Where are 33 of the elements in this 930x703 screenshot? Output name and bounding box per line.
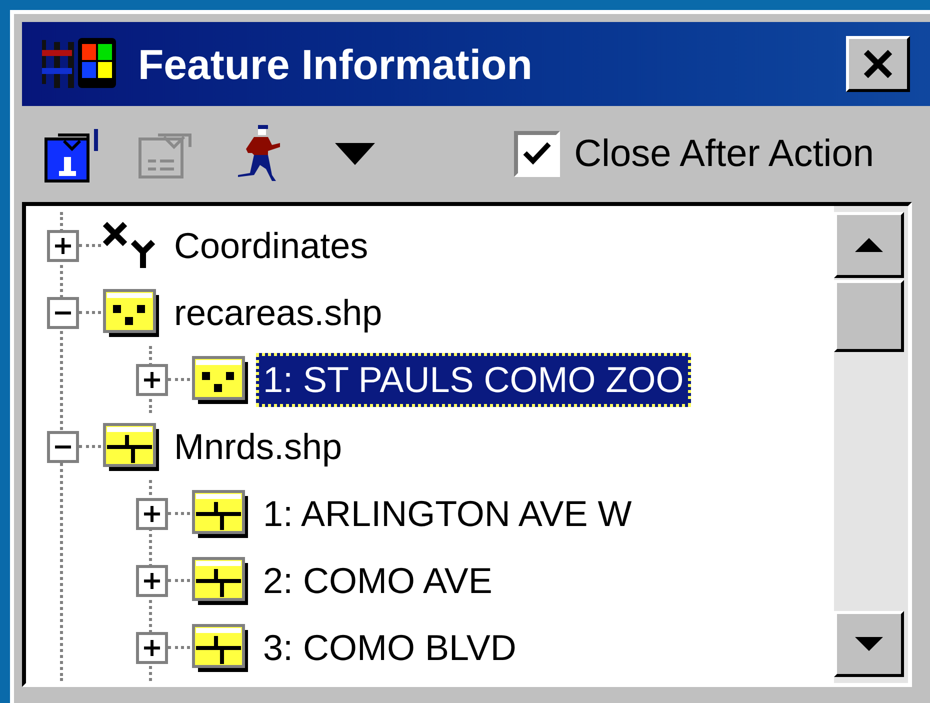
tree-item-label[interactable]: recareas.shp xyxy=(167,286,390,340)
scroll-thumb[interactable] xyxy=(834,280,904,352)
tree-item-label[interactable]: Coordinates xyxy=(167,218,376,272)
line-layer-icon xyxy=(103,422,159,470)
expand-icon[interactable] xyxy=(136,564,168,596)
scroll-up-button[interactable] xyxy=(834,212,904,278)
expand-icon[interactable] xyxy=(136,632,168,664)
line-layer-icon xyxy=(192,624,248,672)
down-arrow-icon xyxy=(854,636,884,652)
scroll-down-button[interactable] xyxy=(834,611,904,677)
window-title: Feature Information xyxy=(138,40,532,90)
checkbox-label[interactable]: Close After Action xyxy=(574,126,874,182)
dropdown-arrow-icon[interactable] xyxy=(333,141,377,167)
close-button[interactable] xyxy=(846,36,910,92)
line-layer-icon xyxy=(192,556,248,604)
checkbox[interactable] xyxy=(514,131,560,177)
tree-item-label[interactable]: 1: ARLINGTON AVE W xyxy=(256,486,639,540)
collapse-icon[interactable] xyxy=(47,296,79,328)
expand-icon[interactable] xyxy=(136,498,168,530)
expand-icon[interactable] xyxy=(47,230,79,262)
tree-item-label[interactable]: 1: ST PAULS COMO ZOO xyxy=(256,352,691,406)
up-arrow-icon xyxy=(854,237,884,253)
scrollbar[interactable] xyxy=(834,206,908,683)
checkmark-icon xyxy=(522,141,552,167)
tree-item-label[interactable]: 3: COMO BLVD xyxy=(256,620,524,674)
tree-item-label[interactable]: Mnrds.shp xyxy=(167,420,350,474)
line-layer-icon xyxy=(192,490,248,538)
point-layer-icon xyxy=(192,356,248,404)
expand-icon[interactable] xyxy=(136,364,168,396)
collapse-icon[interactable] xyxy=(47,430,79,462)
point-layer-icon xyxy=(103,288,159,336)
close-icon xyxy=(863,50,893,78)
tree-item-label[interactable]: 2: COMO AVE xyxy=(256,554,500,608)
